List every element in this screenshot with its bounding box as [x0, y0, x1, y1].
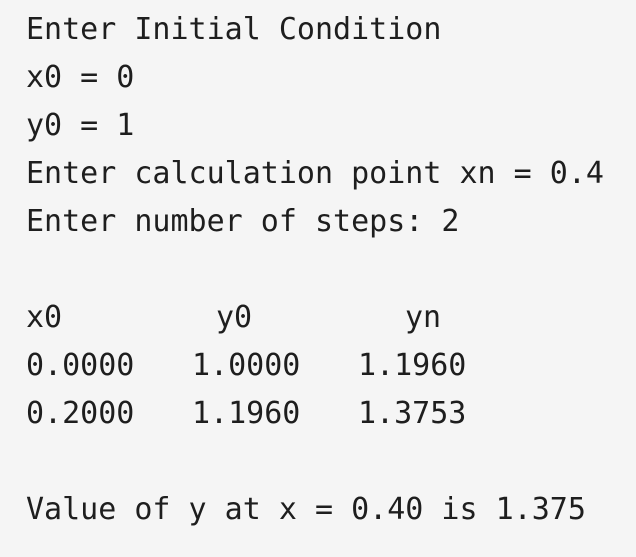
table-header: x0 y0 yn — [0, 294, 636, 342]
row-1-yn: 1.1960 — [358, 348, 467, 383]
row-1-y0: 1.0000 — [192, 348, 301, 383]
row-2-y0: 1.1960 — [192, 396, 301, 431]
input-x0: x0 = 0 — [26, 60, 135, 95]
table-row: 0.0000 1.0000 1.1960 — [0, 342, 636, 390]
input-y0: y0 = 1 — [26, 108, 135, 143]
console-output: Enter Initial Condition x0 = 0 y0 = 1 En… — [0, 0, 636, 557]
row-1-x0: 0.0000 — [26, 348, 135, 383]
header-yn: yn — [405, 300, 442, 335]
header-x0: x0 — [26, 300, 63, 335]
table-row: 0.2000 1.1960 1.3753 — [0, 390, 636, 438]
prompt-calculation-point: Enter calculation point xn = 0.4 — [26, 156, 604, 191]
header-y0: y0 — [216, 300, 253, 335]
prompt-number-of-steps: Enter number of steps: 2 — [26, 204, 460, 239]
prompt-initial-condition: Enter Initial Condition — [26, 12, 442, 47]
row-2-x0: 0.2000 — [26, 396, 135, 431]
row-2-yn: 1.3753 — [358, 396, 467, 431]
result-line: Value of y at x = 0.40 is 1.375 — [26, 492, 586, 527]
